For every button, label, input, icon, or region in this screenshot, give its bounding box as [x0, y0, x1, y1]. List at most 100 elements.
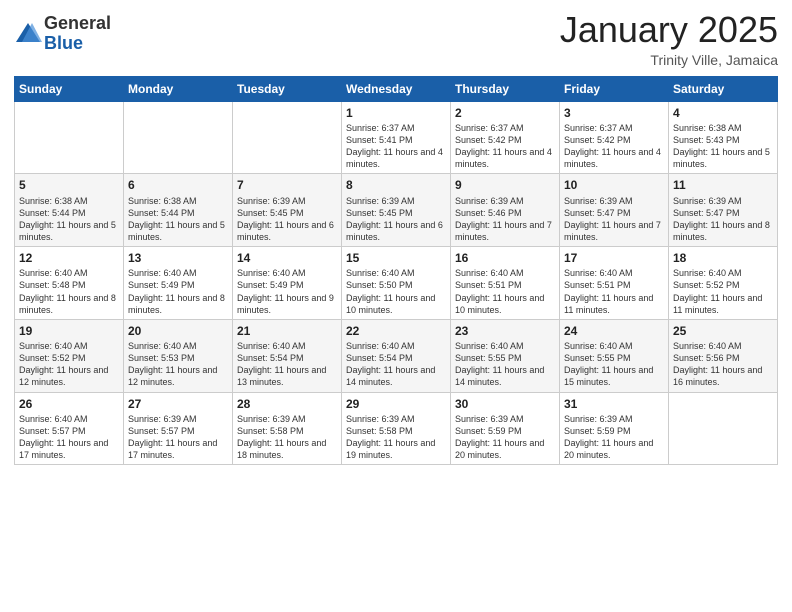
day-info: Sunrise: 6:37 AMSunset: 5:42 PMDaylight:… — [564, 122, 664, 171]
day-of-week-tuesday: Tuesday — [233, 76, 342, 101]
day-number: 3 — [564, 105, 664, 121]
calendar-cell — [15, 101, 124, 174]
logo-blue-text: Blue — [44, 34, 111, 54]
day-number: 8 — [346, 177, 446, 193]
day-number: 30 — [455, 396, 555, 412]
day-info: Sunrise: 6:40 AMSunset: 5:55 PMDaylight:… — [455, 340, 555, 389]
day-number: 15 — [346, 250, 446, 266]
day-number: 9 — [455, 177, 555, 193]
day-of-week-saturday: Saturday — [669, 76, 778, 101]
day-number: 31 — [564, 396, 664, 412]
calendar-cell: 1Sunrise: 6:37 AMSunset: 5:41 PMDaylight… — [342, 101, 451, 174]
calendar-cell: 24Sunrise: 6:40 AMSunset: 5:55 PMDayligh… — [560, 319, 669, 392]
day-info: Sunrise: 6:39 AMSunset: 5:46 PMDaylight:… — [455, 195, 555, 244]
week-row-3: 19Sunrise: 6:40 AMSunset: 5:52 PMDayligh… — [15, 319, 778, 392]
calendar-cell: 15Sunrise: 6:40 AMSunset: 5:50 PMDayligh… — [342, 247, 451, 320]
calendar-cell: 13Sunrise: 6:40 AMSunset: 5:49 PMDayligh… — [124, 247, 233, 320]
calendar-cell: 28Sunrise: 6:39 AMSunset: 5:58 PMDayligh… — [233, 392, 342, 465]
day-of-week-sunday: Sunday — [15, 76, 124, 101]
week-row-1: 5 Sunrise: 6:38 AMSunset: 5:44 PMDaylight… — [15, 174, 778, 247]
day-number: 23 — [455, 323, 555, 339]
day-info: Sunrise: 6:39 AMSunset: 5:45 PMDaylight:… — [237, 195, 337, 244]
calendar-cell: 26Sunrise: 6:40 AMSunset: 5:57 PMDayligh… — [15, 392, 124, 465]
calendar-cell — [669, 392, 778, 465]
calendar: SundayMondayTuesdayWednesdayThursdayFrid… — [14, 76, 778, 466]
calendar-cell: 21Sunrise: 6:40 AMSunset: 5:54 PMDayligh… — [233, 319, 342, 392]
day-number: 22 — [346, 323, 446, 339]
logo-text: General Blue — [44, 14, 111, 54]
day-number: 5 — [19, 177, 119, 193]
week-row-2: 12Sunrise: 6:40 AMSunset: 5:48 PMDayligh… — [15, 247, 778, 320]
day-of-week-thursday: Thursday — [451, 76, 560, 101]
day-info: Sunrise: 6:40 AMSunset: 5:53 PMDaylight:… — [128, 340, 228, 389]
calendar-cell: 5Sunrise: 6:38 AMSunset: 5:44 PMDaylight… — [15, 174, 124, 247]
logo: General Blue — [14, 14, 111, 54]
day-info: Sunrise: 6:39 AMSunset: 5:57 PMDaylight:… — [128, 413, 228, 462]
calendar-cell: 17Sunrise: 6:40 AMSunset: 5:51 PMDayligh… — [560, 247, 669, 320]
calendar-cell: 2Sunrise: 6:37 AMSunset: 5:42 PMDaylight… — [451, 101, 560, 174]
day-info: Sunrise: 6:39 AMSunset: 5:59 PMDaylight:… — [455, 413, 555, 462]
day-number: 29 — [346, 396, 446, 412]
day-number: 2 — [455, 105, 555, 121]
day-info: Sunrise: 6:40 AMSunset: 5:56 PMDaylight:… — [673, 340, 773, 389]
day-number: 4 — [673, 105, 773, 121]
day-info: Sunrise: 6:39 AMSunset: 5:58 PMDaylight:… — [346, 413, 446, 462]
day-number: 6 — [128, 177, 228, 193]
day-number: 12 — [19, 250, 119, 266]
header-right: January 2025 Trinity Ville, Jamaica — [560, 10, 778, 68]
calendar-header: SundayMondayTuesdayWednesdayThursdayFrid… — [15, 76, 778, 101]
day-of-week-monday: Monday — [124, 76, 233, 101]
day-number: 11 — [673, 177, 773, 193]
calendar-cell: 8Sunrise: 6:39 AMSunset: 5:45 PMDaylight… — [342, 174, 451, 247]
logo-icon — [14, 20, 42, 48]
day-info: Sunrise: 6:37 AMSunset: 5:41 PMDaylight:… — [346, 122, 446, 171]
calendar-cell: 6 Sunrise: 6:38 AMSunset: 5:44 PMDaylight… — [124, 174, 233, 247]
week-row-4: 26Sunrise: 6:40 AMSunset: 5:57 PMDayligh… — [15, 392, 778, 465]
day-number: 26 — [19, 396, 119, 412]
day-info: Sunrise: 6:39 AMSunset: 5:59 PMDaylight:… — [564, 413, 664, 462]
day-info: Sunrise: 6:40 AMSunset: 5:57 PMDaylight:… — [19, 413, 119, 462]
day-number: 10 — [564, 177, 664, 193]
calendar-cell: 14Sunrise: 6:40 AMSunset: 5:49 PMDayligh… — [233, 247, 342, 320]
day-number: 20 — [128, 323, 228, 339]
day-number: 27 — [128, 396, 228, 412]
calendar-cell — [124, 101, 233, 174]
day-number: 19 — [19, 323, 119, 339]
page: General Blue January 2025 Trinity Ville,… — [0, 0, 792, 612]
calendar-cell: 3Sunrise: 6:37 AMSunset: 5:42 PMDaylight… — [560, 101, 669, 174]
days-of-week-row: SundayMondayTuesdayWednesdayThursdayFrid… — [15, 76, 778, 101]
calendar-cell: 10Sunrise: 6:39 AMSunset: 5:47 PMDayligh… — [560, 174, 669, 247]
calendar-cell: 16Sunrise: 6:40 AMSunset: 5:51 PMDayligh… — [451, 247, 560, 320]
calendar-cell: 27Sunrise: 6:39 AMSunset: 5:57 PMDayligh… — [124, 392, 233, 465]
day-info: Sunrise: 6:40 AMSunset: 5:52 PMDaylight:… — [19, 340, 119, 389]
location: Trinity Ville, Jamaica — [560, 52, 778, 68]
day-number: 17 — [564, 250, 664, 266]
calendar-cell: 29Sunrise: 6:39 AMSunset: 5:58 PMDayligh… — [342, 392, 451, 465]
week-row-0: 1Sunrise: 6:37 AMSunset: 5:41 PMDaylight… — [15, 101, 778, 174]
day-number: 7 — [237, 177, 337, 193]
day-info: Sunrise: 6:38 AMSunset: 5:44 PMDaylight:… — [128, 195, 228, 244]
day-info: Sunrise: 6:40 AMSunset: 5:52 PMDaylight:… — [673, 267, 773, 316]
calendar-cell: 30Sunrise: 6:39 AMSunset: 5:59 PMDayligh… — [451, 392, 560, 465]
day-number: 14 — [237, 250, 337, 266]
day-info: Sunrise: 6:40 AMSunset: 5:51 PMDaylight:… — [455, 267, 555, 316]
calendar-cell: 23Sunrise: 6:40 AMSunset: 5:55 PMDayligh… — [451, 319, 560, 392]
day-info: Sunrise: 6:40 AMSunset: 5:54 PMDaylight:… — [346, 340, 446, 389]
day-info: Sunrise: 6:38 AMSunset: 5:43 PMDaylight:… — [673, 122, 773, 171]
calendar-cell: 11Sunrise: 6:39 AMSunset: 5:47 PMDayligh… — [669, 174, 778, 247]
calendar-cell: 4Sunrise: 6:38 AMSunset: 5:43 PMDaylight… — [669, 101, 778, 174]
day-number: 18 — [673, 250, 773, 266]
day-of-week-friday: Friday — [560, 76, 669, 101]
day-info: Sunrise: 6:39 AMSunset: 5:58 PMDaylight:… — [237, 413, 337, 462]
day-info: Sunrise: 6:40 AMSunset: 5:55 PMDaylight:… — [564, 340, 664, 389]
day-number: 21 — [237, 323, 337, 339]
calendar-cell: 22Sunrise: 6:40 AMSunset: 5:54 PMDayligh… — [342, 319, 451, 392]
day-info: Sunrise: 6:40 AMSunset: 5:49 PMDaylight:… — [128, 267, 228, 316]
day-info: Sunrise: 6:40 AMSunset: 5:48 PMDaylight:… — [19, 267, 119, 316]
day-number: 25 — [673, 323, 773, 339]
calendar-cell: 18Sunrise: 6:40 AMSunset: 5:52 PMDayligh… — [669, 247, 778, 320]
day-info: Sunrise: 6:40 AMSunset: 5:51 PMDaylight:… — [564, 267, 664, 316]
day-info: Sunrise: 6:40 AMSunset: 5:50 PMDaylight:… — [346, 267, 446, 316]
day-of-week-wednesday: Wednesday — [342, 76, 451, 101]
day-number: 16 — [455, 250, 555, 266]
